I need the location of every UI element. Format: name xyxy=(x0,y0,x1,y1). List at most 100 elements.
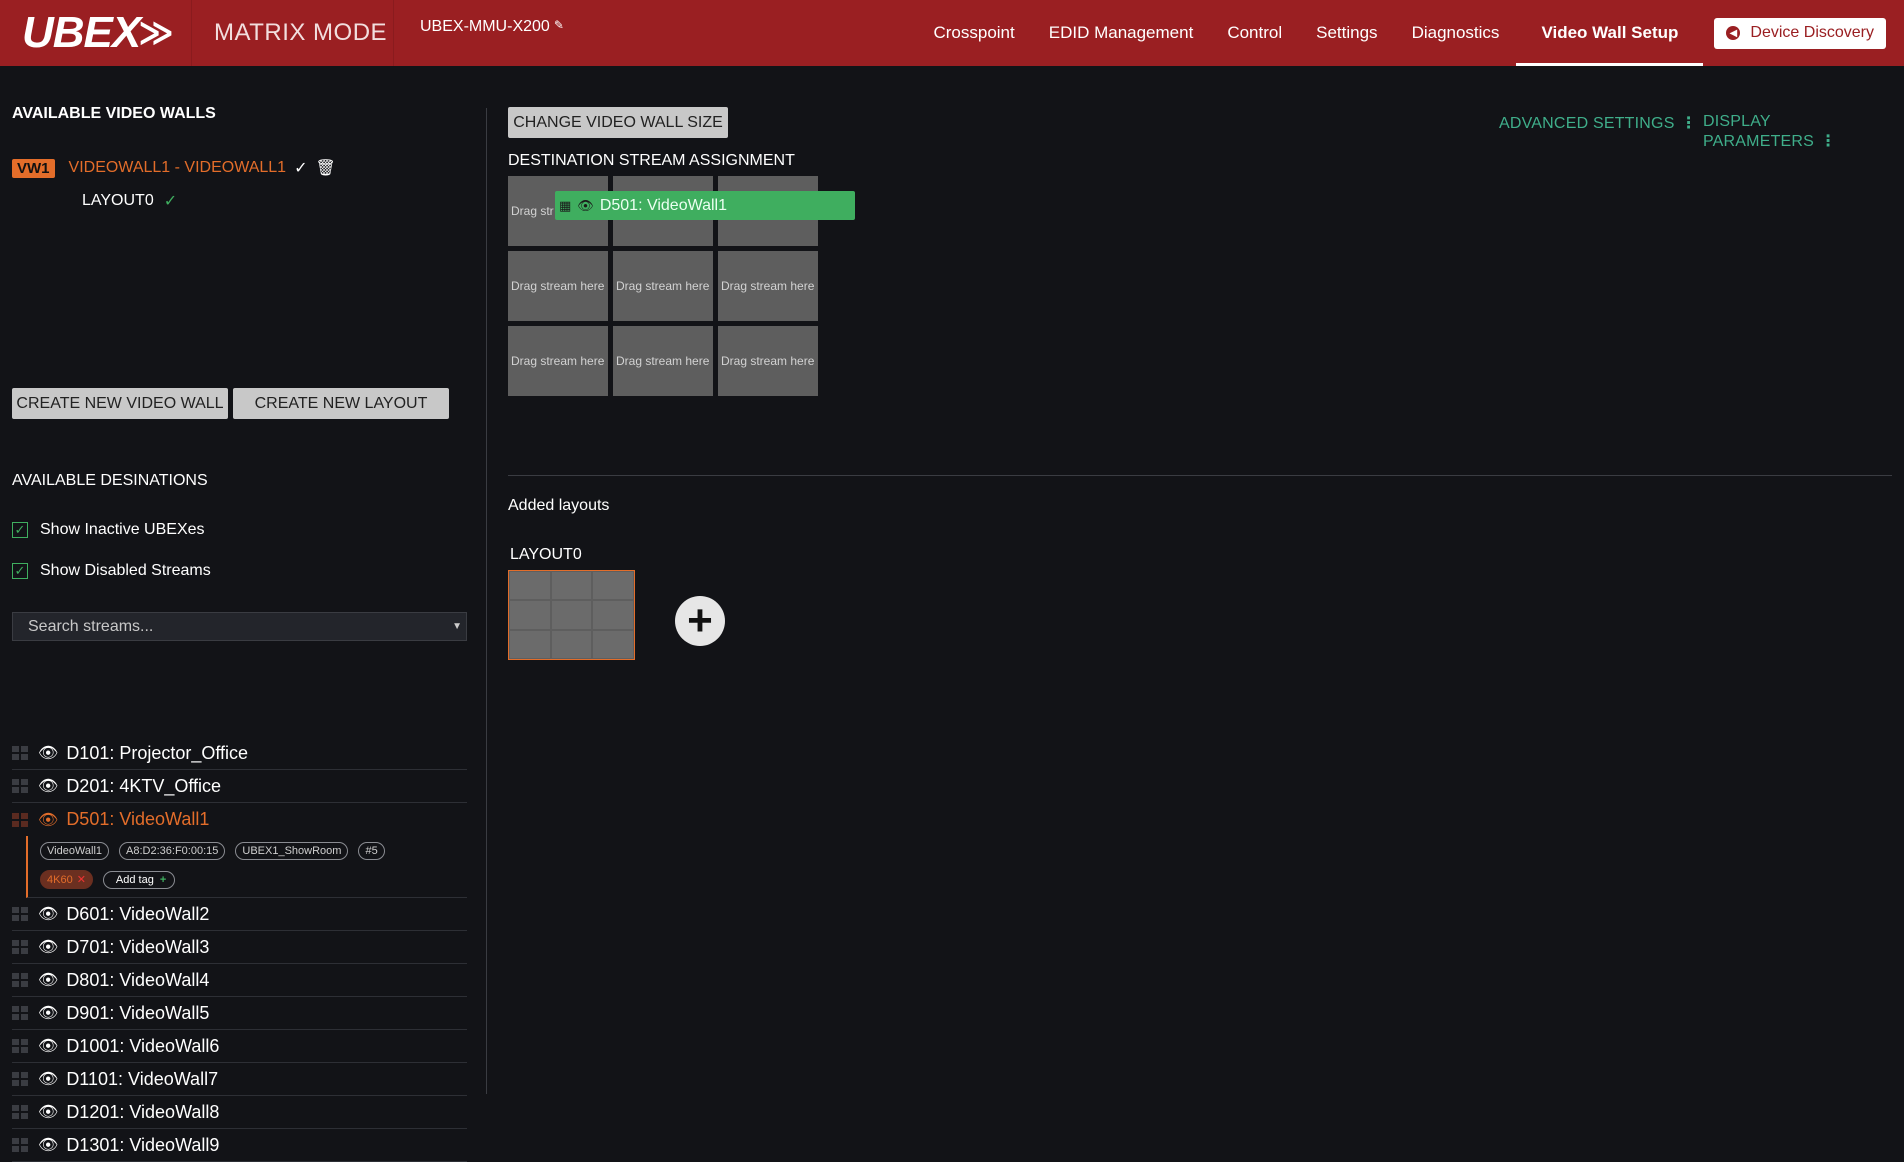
wall-cell[interactable]: Drag stream here xyxy=(613,326,713,396)
advanced-settings-link[interactable]: ADVANCED SETTINGS ⋮ xyxy=(1499,113,1697,133)
nav-video-wall-setup[interactable]: Video Wall Setup xyxy=(1516,0,1704,66)
pencil-icon[interactable]: ✎ xyxy=(554,18,564,32)
tag: UBEX1_ShowRoom xyxy=(235,842,349,860)
stream-tags: VideoWall1 A8:D2:36:F0:00:15 UBEX1_ShowR… xyxy=(26,836,467,898)
drag-handle-icon[interactable] xyxy=(12,746,28,760)
drag-handle-icon[interactable] xyxy=(12,940,28,954)
eye-icon[interactable]: 👁 xyxy=(38,1003,58,1023)
stream-list: 👁 D101: Projector_Office 👁 D201: 4KTV_Of… xyxy=(12,737,467,1162)
stream-item[interactable]: 👁 D101: Projector_Office xyxy=(12,737,467,770)
stream-item[interactable]: 👁 D1101: VideoWall7 xyxy=(12,1063,467,1096)
ubex-logo[interactable]: UBEX ≫ xyxy=(0,0,192,66)
eye-icon[interactable]: 👁 xyxy=(38,1102,58,1122)
drag-handle-icon[interactable] xyxy=(12,779,28,793)
stream-label: D1301: VideoWall9 xyxy=(66,1134,220,1155)
eye-icon[interactable]: 👁 xyxy=(38,810,58,830)
drag-handle-icon[interactable] xyxy=(12,973,28,987)
stream-item[interactable]: 👁 D601: VideoWall2 xyxy=(12,898,467,931)
wall-cell[interactable]: Drag stream here xyxy=(718,326,818,396)
drag-handle-icon[interactable] xyxy=(12,907,28,921)
display-parameters-link[interactable]: DISPLAY PARAMETERS ⋮ xyxy=(1703,113,1904,151)
dragged-stream-label: D501: VideoWall1 xyxy=(599,196,727,214)
dragged-stream[interactable]: ▦ 👁 D501: VideoWall1 xyxy=(555,191,855,220)
tag-row: VideoWall1 A8:D2:36:F0:00:15 UBEX1_ShowR… xyxy=(40,842,467,860)
check-circle-icon[interactable]: ✓ xyxy=(294,158,307,178)
stream-label: D1001: VideoWall6 xyxy=(66,1035,220,1056)
stream-label: D501: VideoWall1 xyxy=(66,809,210,829)
drag-handle-icon[interactable] xyxy=(12,1138,28,1152)
add-layout-plus-icon[interactable]: + xyxy=(675,596,725,646)
nav-edid-management[interactable]: EDID Management xyxy=(1032,0,1211,66)
drag-handle-icon[interactable] xyxy=(12,1105,28,1119)
panel-divider xyxy=(486,108,487,1094)
plus-icon: + xyxy=(159,873,167,886)
create-new-layout-button[interactable]: CREATE NEW LAYOUT xyxy=(233,388,449,419)
caret-down-icon[interactable]: ▼ xyxy=(452,621,462,632)
display-parameters-label: DISPLAY PARAMETERS xyxy=(1703,113,1815,150)
wall-cell[interactable]: Drag stream here xyxy=(508,251,608,321)
layout-thumbnail[interactable] xyxy=(508,570,635,660)
remove-tag-icon[interactable]: ✕ xyxy=(77,874,86,886)
tag: VideoWall1 xyxy=(40,842,110,860)
wall-cell[interactable]: Drag stream here xyxy=(718,251,818,321)
stream-item[interactable]: 👁 D1001: VideoWall6 xyxy=(12,1030,467,1063)
mode-label: MATRIX MODE xyxy=(192,0,394,66)
wall-cell[interactable]: Drag stream here xyxy=(508,326,608,396)
eye-icon[interactable]: 👁 xyxy=(38,937,58,957)
stream-item[interactable]: 👁 D1301: VideoWall9 xyxy=(12,1129,467,1162)
drag-handle-icon[interactable] xyxy=(12,1072,28,1086)
device-name[interactable]: UBEX-MMU-X200 ✎ xyxy=(394,0,914,66)
stream-item[interactable]: 👁 D701: VideoWall3 xyxy=(12,931,467,964)
drag-handle-icon[interactable] xyxy=(12,1006,28,1020)
nav-diagnostics[interactable]: Diagnostics xyxy=(1395,0,1517,66)
drag-handle-icon[interactable] xyxy=(12,1039,28,1053)
logo-mark-icon: ≫ xyxy=(138,14,174,52)
video-wall-item[interactable]: VW1 VIDEOWALL1 - VIDEOWALL1 ✓ 🗑 xyxy=(12,158,336,178)
nav-control[interactable]: Control xyxy=(1210,0,1299,66)
eye-icon[interactable]: 👁 xyxy=(38,904,58,924)
nav-settings[interactable]: Settings xyxy=(1299,0,1394,66)
tag-row: 4K60 ✕ Add tag + xyxy=(40,870,467,889)
checkmark-icon[interactable]: ✓ xyxy=(12,563,28,579)
logo-text: UBEX xyxy=(22,8,141,57)
eye-icon[interactable]: 👁 xyxy=(38,743,58,763)
stream-label: D901: VideoWall5 xyxy=(66,1002,210,1023)
eye-icon[interactable]: 👁 xyxy=(38,1135,58,1155)
destination-stream-assignment-title: DESTINATION STREAM ASSIGNMENT xyxy=(508,152,795,169)
change-video-wall-size-button[interactable]: CHANGE VIDEO WALL SIZE xyxy=(508,107,728,138)
video-wall-badge: VW1 xyxy=(12,158,55,178)
wall-cell[interactable]: Drag stream here xyxy=(613,251,713,321)
eye-icon[interactable]: 👁 xyxy=(38,1036,58,1056)
trash-icon[interactable]: 🗑 xyxy=(315,158,335,178)
cell-text: Drag stream here xyxy=(721,354,815,368)
show-disabled-streams-checkbox[interactable]: ✓ Show Disabled Streams xyxy=(12,562,211,580)
kebab-icon: ⋮ xyxy=(1680,115,1697,132)
device-name-text: UBEX-MMU-X200 xyxy=(420,18,550,35)
stream-item[interactable]: 👁 D1201: VideoWall8 xyxy=(12,1096,467,1129)
advanced-settings-label: ADVANCED SETTINGS xyxy=(1499,115,1675,132)
eye-icon[interactable]: 👁 xyxy=(38,1069,58,1089)
stream-label: D201: 4KTV_Office xyxy=(66,775,222,796)
checkbox-label: Show Disabled Streams xyxy=(40,562,211,579)
drag-handle-icon[interactable] xyxy=(12,812,28,827)
search-streams-input[interactable]: Search streams... ▼ xyxy=(12,612,467,641)
nav-crosspoint[interactable]: Crosspoint xyxy=(916,0,1031,66)
device-discovery-button[interactable]: ◀ Device Discovery xyxy=(1714,17,1886,49)
eye-icon[interactable]: 👁 xyxy=(38,776,58,796)
layout-item[interactable]: LAYOUT0 ✓ xyxy=(82,191,177,211)
stream-item-selected[interactable]: 👁 D501: VideoWall1 xyxy=(12,803,467,836)
video-wall-name[interactable]: VIDEOWALL1 - VIDEOWALL1 xyxy=(69,159,287,177)
add-tag-label: Add tag xyxy=(115,873,154,886)
create-new-video-wall-button[interactable]: CREATE NEW VIDEO WALL xyxy=(12,388,228,419)
show-inactive-ubexes-checkbox[interactable]: ✓ Show Inactive UBEXes xyxy=(12,521,205,539)
stream-item[interactable]: 👁 D901: VideoWall5 xyxy=(12,997,467,1030)
layout-thumbnail-name: LAYOUT0 xyxy=(510,546,582,563)
check-circle-icon: ✓ xyxy=(163,193,178,210)
stream-item[interactable]: 👁 D201: 4KTV_Office xyxy=(12,770,467,803)
eye-icon[interactable]: 👁 xyxy=(38,970,58,990)
stream-item[interactable]: 👁 D801: VideoWall4 xyxy=(12,964,467,997)
tag: A8:D2:36:F0:00:15 xyxy=(119,842,226,860)
available-video-walls-title: AVAILABLE VIDEO WALLS xyxy=(12,105,216,122)
checkmark-icon[interactable]: ✓ xyxy=(12,522,28,538)
add-tag-button[interactable]: Add tag + xyxy=(102,870,176,889)
